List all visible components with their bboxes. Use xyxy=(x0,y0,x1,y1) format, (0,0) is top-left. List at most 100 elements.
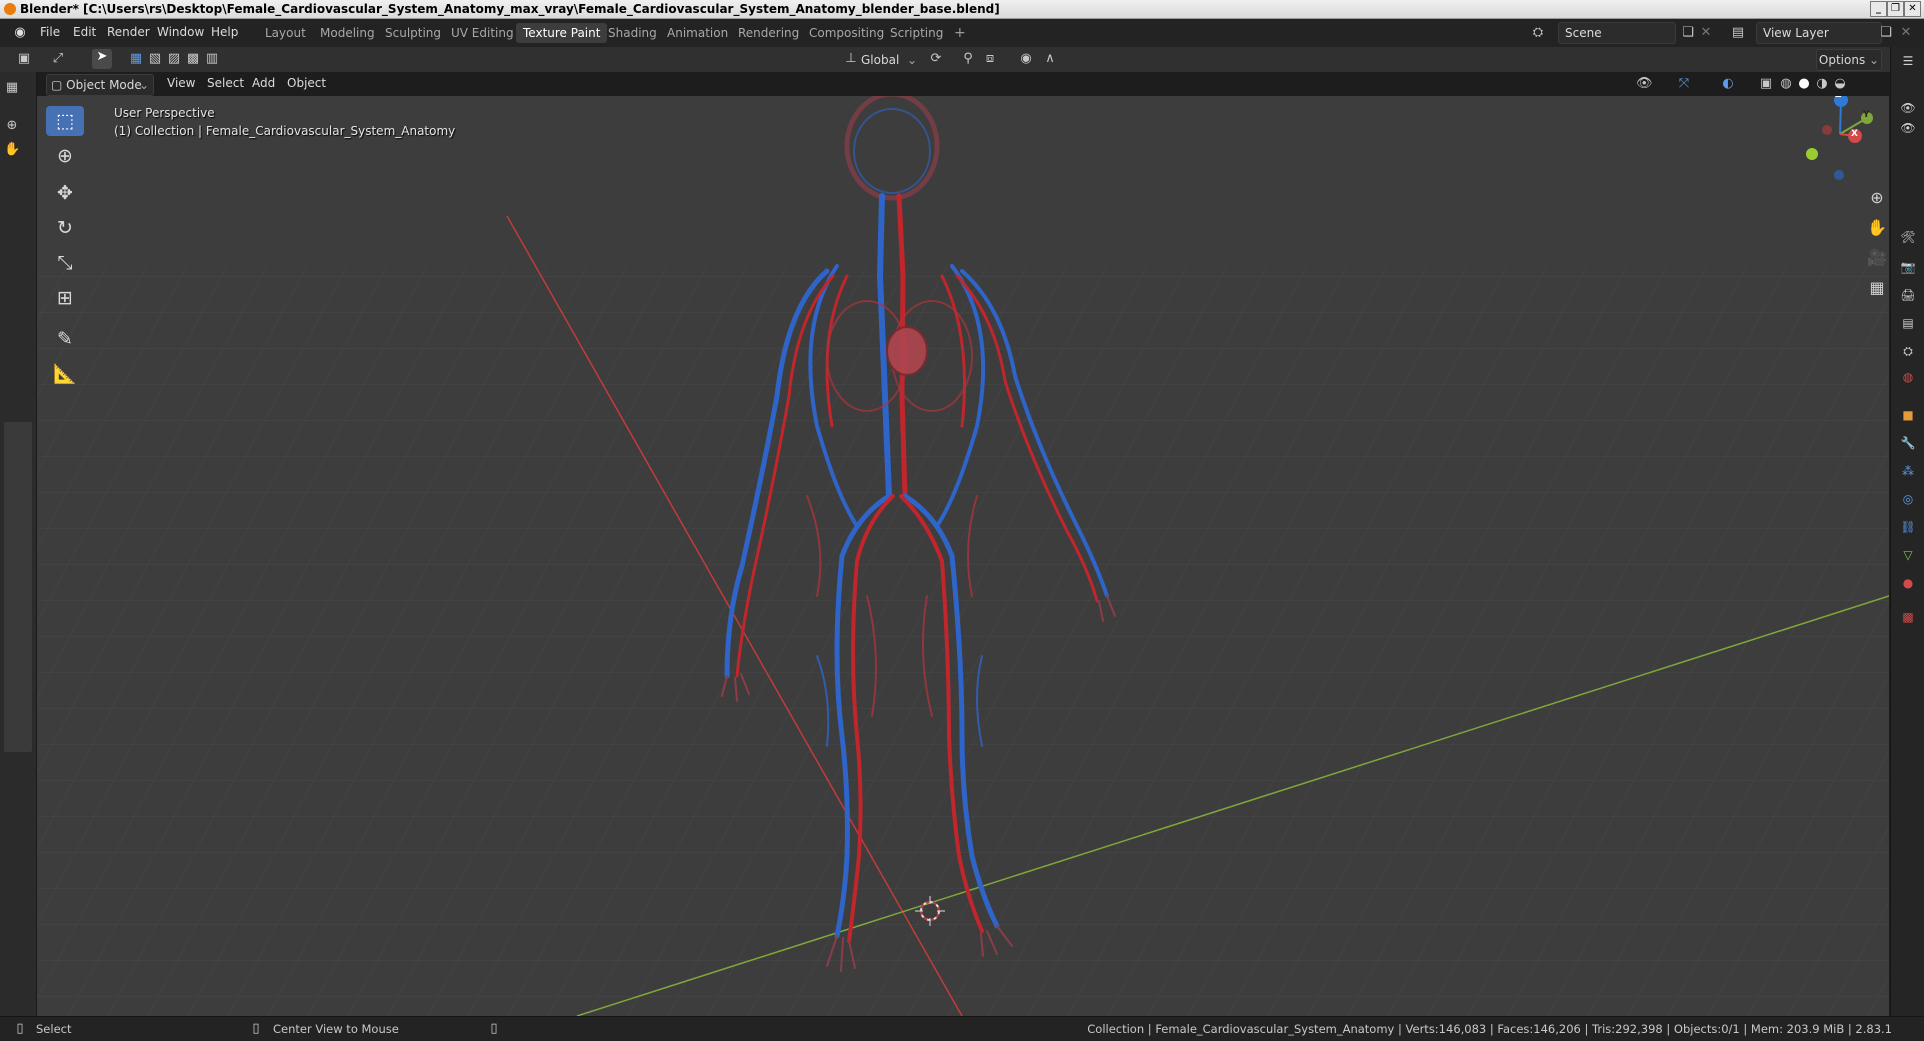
object-properties-icon[interactable]: ■ xyxy=(1900,407,1916,423)
solid-shading-icon[interactable]: ● xyxy=(1796,76,1812,92)
tab-modeling[interactable]: Modeling xyxy=(313,23,382,43)
tab-scripting[interactable]: Scripting xyxy=(883,23,950,43)
render-properties-icon[interactable]: 📷 xyxy=(1900,259,1916,275)
menu-file[interactable]: File xyxy=(40,25,60,39)
hand-icon[interactable]: ✋ xyxy=(4,142,20,158)
restore-button[interactable]: ❐ xyxy=(1887,1,1904,17)
chevron-down-icon: ⌄ xyxy=(1869,53,1880,67)
tab-shading[interactable]: Shading xyxy=(601,23,664,43)
mouse-middle-icon: ▯ xyxy=(252,1021,260,1036)
blender-menu-icon[interactable]: ◉ xyxy=(12,25,28,41)
menu-view[interactable]: View xyxy=(167,76,195,90)
gizmo-neg-z-icon[interactable] xyxy=(1834,170,1844,180)
constraints-properties-icon[interactable]: ⛓ xyxy=(1900,519,1916,535)
viewport-scene xyxy=(37,96,1889,1016)
toolbar: ⬚ ⊕ ✥ ↻ ⤡ ⊞ ✎ 📐 xyxy=(46,106,86,396)
tab-compositing[interactable]: Compositing xyxy=(802,23,891,43)
falloff-icon[interactable]: ∧ xyxy=(1042,51,1058,67)
zoom-view-icon[interactable]: ⊕ xyxy=(1865,186,1889,210)
world-properties-icon[interactable]: ◍ xyxy=(1900,369,1916,385)
modifier-properties-icon[interactable]: 🔧 xyxy=(1900,435,1916,451)
pan-view-icon[interactable]: ✋ xyxy=(1865,216,1889,240)
view-layer-properties-icon[interactable]: ▤ xyxy=(1900,315,1916,331)
side-scroll-region[interactable] xyxy=(4,422,32,752)
tab-layout[interactable]: Layout xyxy=(258,23,313,43)
tab-texture-paint[interactable]: Texture Paint xyxy=(516,23,608,43)
minimize-button[interactable]: _ xyxy=(1870,1,1887,17)
texture-properties-icon[interactable]: ▩ xyxy=(1900,609,1916,625)
select-mode-subtract-icon[interactable]: ▨ xyxy=(166,51,182,67)
delete-scene-icon[interactable]: ✕ xyxy=(1698,25,1714,41)
menu-help[interactable]: Help xyxy=(211,25,238,39)
menu-edit[interactable]: Edit xyxy=(73,25,96,39)
select-mode-new-icon[interactable]: ▦ xyxy=(128,51,144,67)
hide-eye-icon-2[interactable]: 👁 xyxy=(1900,120,1916,136)
particles-properties-icon[interactable]: ⁂ xyxy=(1900,463,1916,479)
select-mode-invert-icon[interactable]: ▩ xyxy=(185,51,201,67)
tab-uv-editing[interactable]: UV Editing xyxy=(444,23,521,43)
tool-settings-icon[interactable]: ⤢ xyxy=(50,51,66,67)
tab-sculpting[interactable]: Sculpting xyxy=(378,23,448,43)
outliner-icon[interactable]: ☰ xyxy=(1900,53,1916,69)
add-workspace-button[interactable]: + xyxy=(947,23,973,43)
measure-icon[interactable]: 📐 xyxy=(46,359,84,389)
view-layer-field[interactable]: View Layer xyxy=(1756,22,1882,44)
view-layer-icon[interactable]: ▤ xyxy=(1730,25,1746,41)
proportional-edit-icon[interactable]: ◉ xyxy=(1018,51,1034,67)
move-icon[interactable]: ✥ xyxy=(46,178,84,208)
rotate-icon[interactable]: ↻ xyxy=(46,213,84,243)
menu-object[interactable]: Object xyxy=(287,76,326,90)
scene-icon[interactable]: ⛭ xyxy=(1530,25,1546,41)
gizmo-toggle-icon[interactable]: ⤧ xyxy=(1676,76,1692,92)
ortho-toggle-icon[interactable]: ▦ xyxy=(1865,276,1889,300)
3d-viewport[interactable]: User Perspective (1) Collection | Female… xyxy=(37,96,1889,1016)
editor-icon[interactable]: ▦ xyxy=(4,80,20,96)
scene-field[interactable]: Scene xyxy=(1558,22,1676,44)
visibility-icon[interactable]: 👁 xyxy=(1636,76,1653,92)
menu-add[interactable]: Add xyxy=(252,76,275,90)
wireframe-shading-icon[interactable]: ◍ xyxy=(1778,76,1794,92)
close-button[interactable]: ✕ xyxy=(1904,1,1921,17)
camera-view-icon[interactable]: 🎥 xyxy=(1865,246,1889,270)
menu-render[interactable]: Render xyxy=(107,25,150,39)
tab-rendering[interactable]: Rendering xyxy=(731,23,806,43)
scene-properties-icon[interactable]: ⛭ xyxy=(1900,343,1916,359)
options-dropdown[interactable]: Options ⌄ xyxy=(1816,49,1882,71)
overlay-toggle-icon[interactable]: ◐ xyxy=(1720,76,1736,92)
annotate-icon[interactable]: ✎ xyxy=(46,324,84,354)
material-properties-icon[interactable]: ● xyxy=(1900,575,1916,591)
editor-type-icon[interactable]: ▣ xyxy=(16,51,32,67)
xray-toggle-icon[interactable]: ▣ xyxy=(1758,76,1774,92)
gizmo-neg-y-icon[interactable] xyxy=(1806,148,1818,160)
cursor-icon[interactable]: ⊕ xyxy=(46,141,84,171)
select-mode-intersect-icon[interactable]: ▥ xyxy=(204,51,220,67)
menu-window[interactable]: Window xyxy=(157,25,204,39)
hide-eye-icon[interactable]: 👁 xyxy=(1900,100,1916,116)
zoom-icon[interactable]: ⊕ xyxy=(4,118,20,134)
new-view-layer-icon[interactable]: ❏ xyxy=(1878,25,1894,41)
scale-icon[interactable]: ⤡ xyxy=(46,248,84,278)
snap-icon[interactable]: ⚲ xyxy=(960,51,976,67)
output-properties-icon[interactable]: 🖨 xyxy=(1900,287,1916,303)
tool-properties-icon[interactable]: 🛠 xyxy=(1900,229,1916,245)
select-mode-extend-icon[interactable]: ▧ xyxy=(147,51,163,67)
tab-animation[interactable]: Animation xyxy=(660,23,735,43)
mouse-left-icon: ▯ xyxy=(16,1021,24,1036)
active-tool-icon[interactable]: ➤ xyxy=(92,49,112,69)
pivot-icon[interactable]: ⟳ xyxy=(928,51,944,67)
gizmo-neg-x-icon[interactable] xyxy=(1822,125,1832,135)
material-shading-icon[interactable]: ◑ xyxy=(1814,76,1830,92)
transform-icon[interactable]: ⊞ xyxy=(46,283,84,313)
new-scene-icon[interactable]: ❏ xyxy=(1680,25,1696,41)
rendered-shading-icon[interactable]: ◒ xyxy=(1832,76,1848,92)
scene-name: Scene xyxy=(1565,26,1602,40)
mode-dropdown[interactable]: ▢ Object Mode ⌄ xyxy=(46,74,154,96)
orientation-dropdown[interactable]: Global ⌄ xyxy=(860,49,918,71)
delete-view-layer-icon[interactable]: ✕ xyxy=(1898,25,1914,41)
data-properties-icon[interactable]: ▽ xyxy=(1900,547,1916,563)
physics-properties-icon[interactable]: ◎ xyxy=(1900,491,1916,507)
orientation-icon[interactable]: ⊥ xyxy=(843,51,859,67)
snap-element-icon[interactable]: ⧈ xyxy=(982,51,998,67)
menu-select[interactable]: Select xyxy=(207,76,244,90)
select-box-icon[interactable]: ⬚ xyxy=(46,106,84,136)
